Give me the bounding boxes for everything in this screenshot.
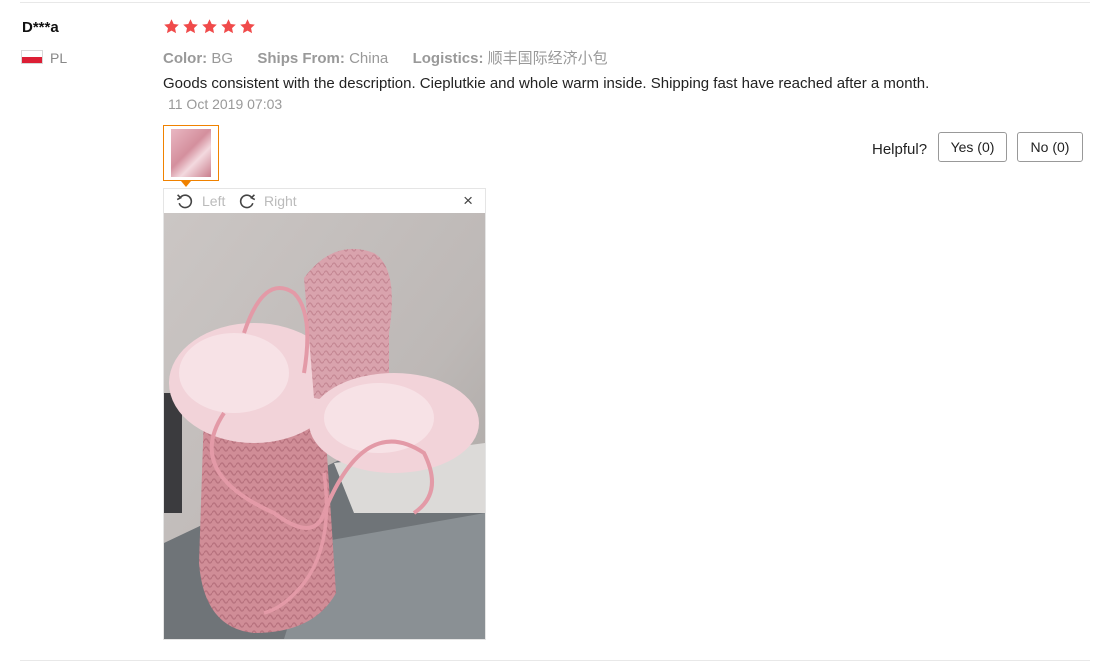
rotate-left-icon	[176, 194, 193, 209]
reviewer-country: PL	[50, 50, 68, 66]
star-rating	[163, 18, 256, 35]
helpful-label: Helpful?	[872, 141, 928, 158]
close-viewer-button[interactable]: ×	[463, 191, 473, 211]
thumbnail-image	[171, 129, 211, 177]
helpful-yes-button[interactable]: Yes (0)	[938, 132, 1007, 162]
color-label: Color:	[163, 50, 208, 67]
reviewer-name: D***a	[22, 19, 59, 36]
rotate-left-label: Left	[202, 193, 226, 209]
bottom-divider	[20, 660, 1090, 661]
review-photo-thumbnail[interactable]	[163, 125, 219, 181]
photo-viewer: Left Right ×	[163, 188, 486, 640]
color-value: BG	[211, 50, 234, 67]
logistics-label: Logistics:	[412, 50, 484, 67]
star-icon	[201, 18, 218, 35]
star-icon	[239, 18, 256, 35]
selected-caret-icon	[181, 181, 191, 187]
country-flag-icon	[21, 50, 43, 64]
logistics-value: 顺丰国际经济小包	[487, 50, 608, 67]
ships-from-value: China	[349, 50, 389, 67]
star-icon	[163, 18, 180, 35]
photo-viewer-toolbar: Left Right ×	[164, 189, 485, 213]
helpful-no-button[interactable]: No (0)	[1017, 132, 1083, 162]
rotate-right-label: Right	[264, 193, 297, 209]
review-photo	[164, 213, 485, 639]
star-icon	[220, 18, 237, 35]
rotate-left-button[interactable]: Left	[176, 193, 225, 209]
top-divider	[20, 2, 1090, 3]
rotate-right-button[interactable]: Right	[238, 193, 297, 209]
review-text: Goods consistent with the description. C…	[163, 75, 930, 92]
mittens-photo	[164, 213, 485, 639]
star-icon	[182, 18, 199, 35]
order-attributes: Color: BG Ships From: China Logistics: 顺…	[163, 47, 608, 68]
ships-from-label: Ships From:	[257, 50, 345, 67]
review-date: 11 Oct 2019 07:03	[168, 96, 283, 112]
rotate-right-icon	[239, 194, 256, 209]
